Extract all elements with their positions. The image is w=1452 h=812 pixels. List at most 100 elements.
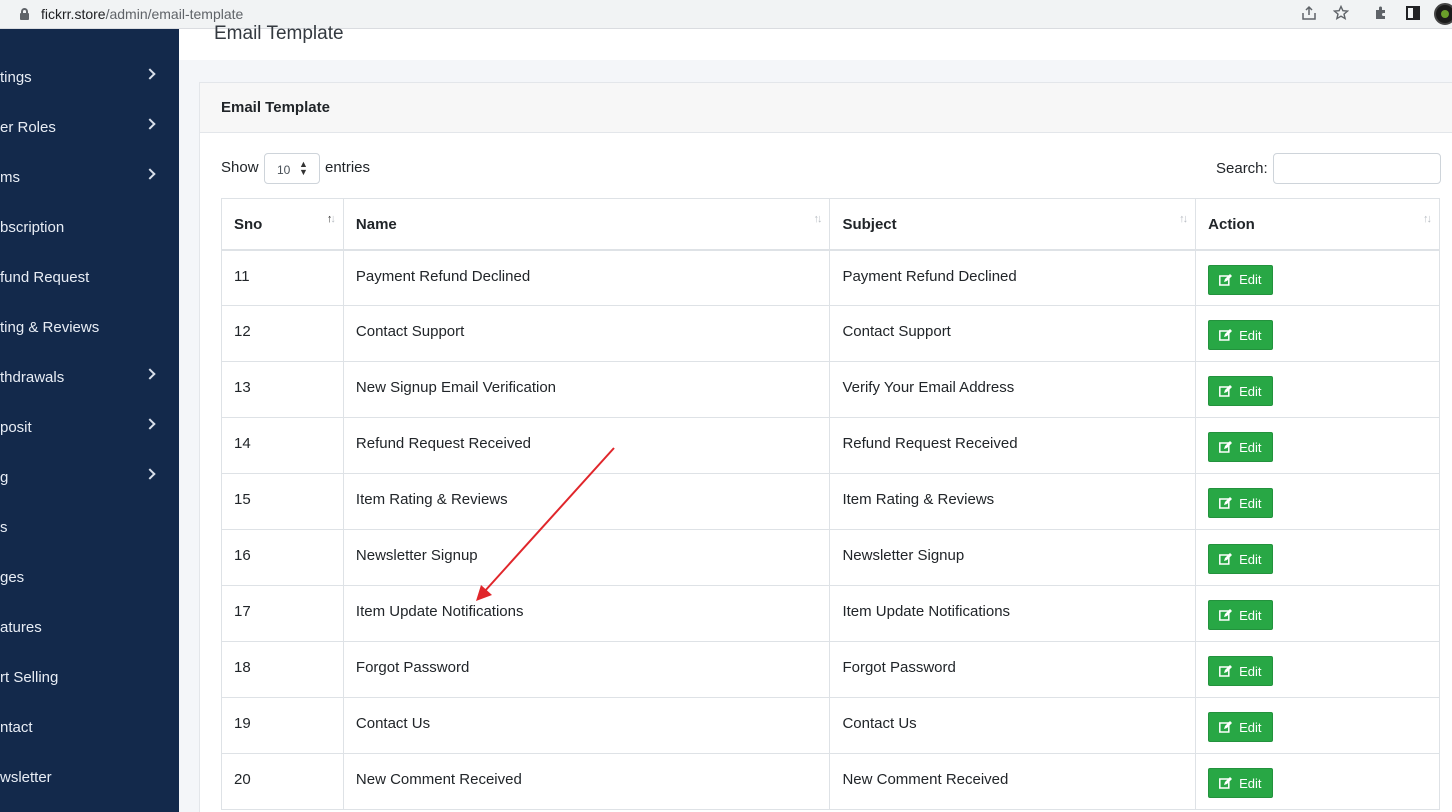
sidebar-item[interactable]: tings (0, 52, 179, 102)
cell-name: Item Update Notifications (342, 585, 831, 642)
cell-action: Edit (1195, 585, 1440, 642)
profile-avatar[interactable] (1434, 3, 1452, 25)
edit-button[interactable]: Edit (1208, 712, 1273, 742)
star-icon[interactable] (1332, 4, 1350, 23)
edit-button[interactable]: Edit (1208, 488, 1273, 518)
edit-button-label: Edit (1239, 663, 1262, 679)
cell-action: Edit (1195, 249, 1440, 306)
table-row: 17 Item Update Notifications Item Update N… (221, 585, 1440, 642)
sidebar-item-label: g (0, 468, 9, 486)
edit-button-label: Edit (1239, 272, 1262, 287)
edit-icon (1219, 497, 1233, 509)
edit-button-label: Edit (1239, 327, 1262, 343)
column-header-sno[interactable]: Sno ↑↓ (221, 198, 344, 251)
cell-action: Edit (1195, 361, 1440, 418)
cell-name: Newsletter Signup (342, 529, 831, 586)
edit-button-label: Edit (1239, 495, 1262, 511)
cell-sno: 15 (221, 473, 344, 530)
share-icon[interactable] (1300, 5, 1318, 23)
sort-icon: ↑↓ (326, 213, 336, 225)
edit-button[interactable]: Edit (1208, 656, 1273, 686)
sidebar-item[interactable]: wsletter (0, 752, 179, 802)
cell-name: Item Rating & Reviews (342, 473, 831, 530)
cell-sno: 18 (221, 641, 344, 698)
chevron-right-icon (144, 368, 156, 380)
cell-action: Edit (1195, 641, 1440, 698)
cell-subject: Refund Request Received (829, 417, 1197, 474)
edit-button[interactable]: Edit (1208, 376, 1273, 406)
edit-icon (1219, 609, 1233, 621)
cell-sno: 16 (221, 529, 344, 586)
sidebar-item[interactable]: s (0, 502, 179, 552)
chevron-right-icon (144, 418, 156, 430)
edit-icon (1219, 329, 1233, 341)
column-header-action[interactable]: Action ↑↓ (1195, 198, 1440, 251)
email-template-card: Email Template Show 10 ▲ ▼ entries Search… (199, 82, 1452, 812)
edit-button-label: Edit (1239, 439, 1262, 455)
cell-subject: New Comment Received (829, 753, 1197, 810)
edit-button[interactable]: Edit (1208, 320, 1273, 350)
sidebar-item[interactable]: atures (0, 602, 179, 652)
page-title: Email Template (214, 23, 344, 44)
sidebar-item-label: wsletter (0, 768, 52, 786)
cell-subject: Contact Support (829, 305, 1197, 362)
cell-subject: Payment Refund Declined (829, 249, 1197, 306)
sidebar-item[interactable]: thdrawals (0, 352, 179, 402)
address-url[interactable]: fickrr.store/admin/email-template (41, 6, 243, 22)
content-header: Email Template (179, 23, 1452, 60)
sidebar-item[interactable]: g (0, 452, 179, 502)
sidebar-item-label: thdrawals (0, 368, 65, 386)
edit-icon (1219, 665, 1233, 677)
search-label: Search: (1216, 160, 1268, 177)
cell-sno: 11 (221, 249, 344, 306)
cell-subject: Verify Your Email Address (829, 361, 1197, 418)
column-header-subject[interactable]: Subject ↑↓ (829, 198, 1197, 251)
sidebar-item-label: ntact (0, 718, 33, 736)
sidebar-item[interactable]: ntact (0, 702, 179, 752)
cell-name: Payment Refund Declined (342, 249, 831, 306)
sidebar-item[interactable]: rt Selling (0, 652, 179, 702)
edit-button[interactable]: Edit (1208, 544, 1273, 574)
sidebar-item-label: s (0, 518, 8, 536)
entries-label: entries (325, 159, 371, 176)
edit-button[interactable]: Edit (1208, 600, 1273, 630)
cell-action: Edit (1195, 753, 1440, 810)
edit-button[interactable]: Edit (1208, 264, 1273, 295)
sidebar-item[interactable]: fund Request (0, 252, 179, 302)
extensions-icon[interactable] (1372, 5, 1390, 23)
sidebar-item[interactable]: ting & Reviews (0, 302, 179, 352)
edit-button-label: Edit (1239, 719, 1262, 735)
cell-sno: 17 (221, 585, 344, 642)
entries-per-page-select[interactable]: 10 ▲ ▼ (264, 153, 320, 184)
sidebar-item-label: rt Selling (0, 668, 59, 686)
sidebar-item[interactable]: posit (0, 402, 179, 452)
sidebar-item-label: ms (0, 168, 20, 186)
sidebar-item[interactable]: ges (0, 552, 179, 602)
search-input[interactable] (1273, 153, 1441, 184)
table-row: 18 Forgot Password Forgot Password Edit (221, 641, 1440, 698)
edit-button-label: Edit (1239, 607, 1262, 623)
sidebar-item-label: bscription (0, 218, 65, 236)
sidebar-item[interactable]: er Roles (0, 102, 179, 152)
lock-icon[interactable] (20, 8, 29, 20)
edit-button[interactable]: Edit (1208, 432, 1273, 462)
sidebar-item[interactable]: bscription (0, 202, 179, 252)
table-header-row: Sno ↑↓ Name ↑↓ Subject ↑↓ Action ↑↓ (221, 198, 1440, 251)
cell-name: Forgot Password (342, 641, 831, 698)
column-header-name[interactable]: Name ↑↓ (342, 198, 831, 251)
chevron-right-icon (144, 168, 156, 180)
sidebar-item-label: fund Request (0, 268, 90, 286)
edit-button[interactable]: Edit (1208, 768, 1273, 798)
cell-name: Contact Support (342, 305, 831, 362)
cell-subject: Forgot Password (829, 641, 1197, 698)
edit-icon (1219, 553, 1233, 565)
show-label: Show (221, 159, 259, 176)
table-row: 20 New Comment Received New Comment Receiv… (221, 753, 1440, 810)
cell-subject: Item Update Notifications (829, 585, 1197, 642)
edit-icon (1219, 721, 1233, 733)
side-panel-icon[interactable] (1404, 5, 1422, 23)
cell-name: Refund Request Received (342, 417, 831, 474)
sidebar-item[interactable]: ms (0, 152, 179, 202)
card-header: Email Template (200, 83, 1452, 133)
cell-action: Edit (1195, 697, 1440, 754)
